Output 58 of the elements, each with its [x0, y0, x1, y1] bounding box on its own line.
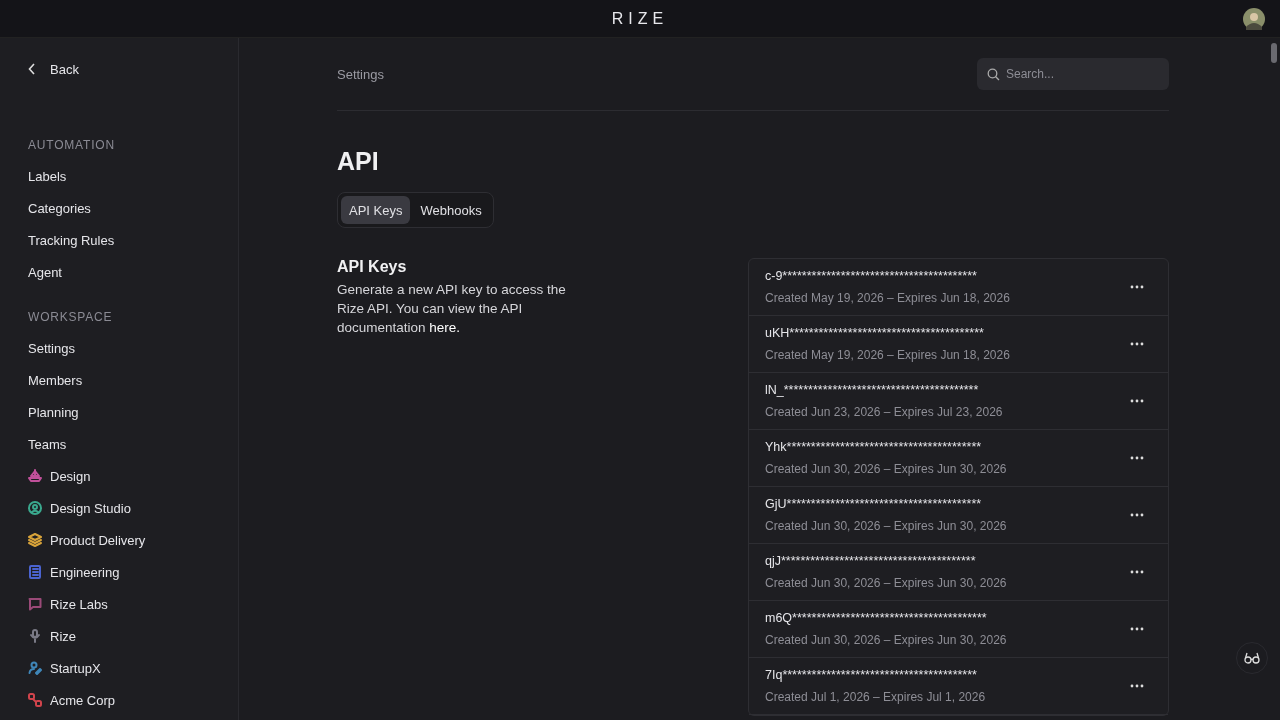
key-dates: Created May 19, 2026 – Expires Jun 18, 2026 — [765, 291, 1010, 305]
section-heading: AUTOMATION — [28, 138, 116, 152]
sidebar-item[interactable]: Labels — [28, 160, 210, 192]
api-key: lN_**************************************** — [765, 383, 1003, 397]
more-icon[interactable] — [1130, 627, 1144, 631]
api-key: GjU**************************************** — [765, 497, 1007, 511]
key-dates: Created Jun 30, 2026 – Expires Jun 30, 2026 — [765, 633, 1007, 647]
section-description: Generate a new API key to access the Rize API. You can view the API documentation here. — [337, 281, 567, 337]
sidebar-item[interactable]: Rize Labs — [28, 588, 210, 620]
tab[interactable]: API Keys — [341, 196, 411, 224]
logo: RIZE — [611, 9, 669, 28]
more-icon[interactable] — [1130, 684, 1144, 688]
chevron-left-icon — [28, 63, 36, 75]
sidebar-item[interactable]: Tracking Rules — [28, 224, 210, 256]
key-dates: Created Jun 30, 2026 – Expires Jun 30, 2026 — [765, 519, 1007, 533]
more-icon[interactable] — [1130, 285, 1144, 289]
section-heading: API Keys — [337, 258, 408, 276]
glasses-icon — [1244, 652, 1260, 664]
tab[interactable]: Webhooks — [412, 196, 490, 224]
key-dates: Created Jul 1, 2026 – Expires Jul 1, 2026 — [765, 690, 986, 704]
sidebar-item[interactable]: Design — [28, 460, 210, 492]
sidebar-item[interactable]: Agent — [28, 256, 210, 288]
sidebar-item[interactable]: Planning — [28, 396, 210, 428]
key-dates: Created Jun 30, 2026 – Expires Jun 30, 2026 — [765, 462, 1007, 476]
key-dates: Created May 19, 2026 – Expires Jun 18, 2026 — [765, 348, 1010, 362]
avatar[interactable] — [1243, 8, 1265, 30]
section-heading: WORKSPACE — [28, 310, 114, 324]
api-key: uKH**************************************** — [765, 326, 1010, 340]
sidebar-item[interactable]: Engineering — [28, 556, 210, 588]
glasses-button[interactable] — [1236, 642, 1268, 674]
key-dates: Created Jun 23, 2026 – Expires Jul 23, 2026 — [765, 405, 1003, 419]
more-icon[interactable] — [1130, 399, 1144, 403]
sidebar-item[interactable]: Teams — [28, 428, 210, 460]
back-link[interactable]: Back — [28, 58, 210, 80]
documentation-link[interactable]: here. — [429, 320, 461, 335]
key-dates: Created Jun 30, 2026 – Expires Jun 30, 2026 — [765, 576, 1007, 590]
sidebar-item[interactable]: Categories — [28, 192, 210, 224]
api-key: qjJ**************************************** — [765, 554, 1007, 568]
more-icon[interactable] — [1130, 513, 1144, 517]
api-key: c-9**************************************** — [765, 269, 1010, 283]
sidebar-item[interactable]: Rize — [28, 620, 210, 652]
sidebar-item[interactable]: Acme Corp — [28, 684, 210, 716]
sidebar-item[interactable]: Product Delivery — [28, 524, 210, 556]
api-key: m6Q**************************************** — [765, 611, 1007, 625]
sidebar-item[interactable]: StartupX — [28, 652, 210, 684]
breadcrumb[interactable]: Settings — [337, 66, 384, 82]
more-icon[interactable] — [1130, 456, 1144, 460]
scrollbar-thumb[interactable] — [1271, 43, 1277, 63]
sidebar-item[interactable]: Settings — [28, 332, 210, 364]
more-icon[interactable] — [1130, 570, 1144, 574]
api-key: 7Iq**************************************** — [765, 668, 986, 682]
sidebar-item[interactable]: Design Studio — [28, 492, 210, 524]
sidebar-item[interactable]: Members — [28, 364, 210, 396]
more-icon[interactable] — [1130, 342, 1144, 346]
search-icon — [987, 68, 1000, 81]
search-field[interactable]: Search... — [977, 58, 1169, 90]
api-key: Yhk**************************************** — [765, 440, 1007, 454]
page-title: API — [337, 147, 380, 176]
